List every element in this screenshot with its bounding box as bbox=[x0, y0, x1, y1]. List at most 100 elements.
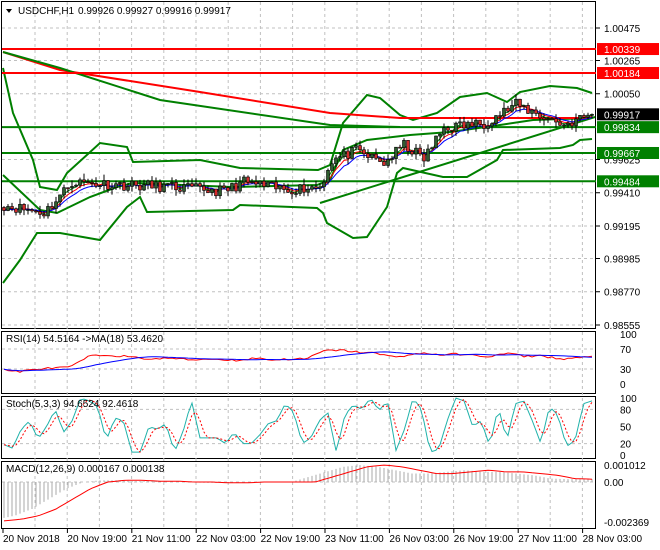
candle bbox=[6, 206, 10, 211]
indicators: 1007030010080502000.0010120.00-0.002369 bbox=[3, 330, 649, 529]
candle bbox=[550, 118, 554, 120]
candle bbox=[270, 181, 274, 184]
candle bbox=[538, 113, 542, 119]
candle bbox=[186, 183, 190, 186]
macd-tick-label: -0.002369 bbox=[604, 518, 649, 529]
time-tick-label: 28 Nov 03:00 bbox=[583, 534, 643, 545]
candle bbox=[102, 180, 106, 186]
price-tick-label: 0.98770 bbox=[604, 288, 641, 299]
rsi-tick-label: 70 bbox=[620, 345, 632, 356]
price-tick-label: 0.99410 bbox=[604, 189, 641, 200]
time-axis[interactable]: 20 Nov 2018 20 Nov 19:00 21 Nov 11:00 22 No… bbox=[2, 529, 643, 545]
candle bbox=[478, 119, 482, 125]
candle bbox=[110, 187, 114, 190]
candle bbox=[142, 184, 146, 191]
candle bbox=[350, 147, 354, 159]
price-tick-label: 0.98985 bbox=[604, 254, 641, 265]
trend-line-down bbox=[2, 51, 401, 128]
bollinger-lower bbox=[2, 138, 593, 284]
stoch-label: Stoch(5,3,3) 94.6524 92.4618 bbox=[6, 399, 139, 410]
candle bbox=[406, 140, 410, 152]
candle bbox=[502, 107, 506, 117]
level-price-label: 0.99667 bbox=[604, 149, 641, 160]
candle bbox=[554, 118, 558, 123]
candle bbox=[442, 127, 446, 135]
candle bbox=[466, 121, 470, 129]
candle bbox=[566, 122, 570, 126]
time-tick-label: 26 Nov 03:00 bbox=[389, 534, 449, 545]
candle bbox=[222, 185, 226, 188]
candle bbox=[558, 121, 562, 126]
candle bbox=[254, 181, 258, 185]
candle bbox=[82, 179, 86, 182]
candle bbox=[154, 181, 158, 189]
candle bbox=[426, 148, 430, 162]
candle bbox=[278, 185, 282, 190]
candle bbox=[2, 207, 6, 211]
candle bbox=[514, 98, 518, 106]
candle bbox=[178, 189, 182, 192]
candle bbox=[330, 163, 334, 171]
candle bbox=[474, 119, 478, 127]
time-tick-label: 26 Nov 19:00 bbox=[454, 534, 514, 545]
candle bbox=[590, 114, 594, 116]
candle bbox=[98, 185, 102, 187]
candle bbox=[450, 129, 454, 132]
candle bbox=[586, 114, 590, 118]
candle bbox=[302, 184, 306, 193]
candle bbox=[490, 123, 494, 127]
macd-tick-label: 0.001012 bbox=[604, 461, 646, 472]
candle bbox=[62, 187, 66, 196]
chart-window[interactable]: USDCHF,H1 0.99926 0.99927 0.99916 0.9991… bbox=[0, 0, 660, 550]
candle bbox=[250, 181, 254, 183]
candle bbox=[94, 183, 98, 187]
price-axis[interactable]: 1.004751.002651.000500.996250.994100.991… bbox=[596, 24, 659, 332]
candle bbox=[242, 176, 246, 183]
current-price-label: 0.99917 bbox=[604, 110, 641, 121]
candle bbox=[570, 122, 574, 127]
candle bbox=[378, 157, 382, 162]
stoch-tick-label: 50 bbox=[620, 423, 632, 434]
candle bbox=[166, 183, 170, 185]
candle bbox=[202, 185, 206, 191]
time-tick-label: 22 Nov 03:00 bbox=[196, 534, 256, 545]
candle bbox=[230, 183, 234, 192]
candle bbox=[70, 186, 74, 189]
candle bbox=[74, 184, 78, 187]
candle bbox=[138, 184, 142, 191]
candle bbox=[486, 125, 490, 129]
price-tick-label: 1.00050 bbox=[604, 90, 641, 101]
candle bbox=[526, 105, 530, 114]
candle bbox=[418, 147, 422, 155]
stoch-tick-label: 80 bbox=[620, 405, 632, 416]
main-chart-panel[interactable] bbox=[1, 1, 596, 329]
candle bbox=[226, 187, 230, 192]
candle bbox=[274, 181, 278, 190]
stoch-tick-label: 20 bbox=[620, 440, 632, 451]
candle bbox=[518, 98, 522, 107]
candle bbox=[542, 117, 546, 120]
dropdown-triangle-icon[interactable] bbox=[6, 9, 12, 13]
candle bbox=[258, 180, 262, 185]
candle bbox=[582, 115, 586, 118]
candle bbox=[182, 184, 186, 192]
candle bbox=[394, 146, 398, 159]
candlesticks bbox=[2, 94, 594, 219]
candle bbox=[246, 176, 250, 183]
bollinger-upper bbox=[2, 67, 593, 192]
candle bbox=[106, 180, 110, 190]
candle bbox=[410, 151, 414, 155]
candle bbox=[366, 153, 370, 158]
candle bbox=[438, 133, 442, 137]
candle bbox=[26, 209, 30, 211]
macd-label: MACD(12,26,9) 0.000167 0.000138 bbox=[6, 464, 165, 475]
candle bbox=[434, 135, 438, 149]
candle bbox=[214, 188, 218, 197]
price-tick-label: 0.99195 bbox=[604, 222, 641, 233]
candle bbox=[194, 183, 198, 187]
candle bbox=[470, 121, 474, 127]
candle bbox=[86, 181, 90, 183]
candle bbox=[262, 180, 266, 187]
candle bbox=[510, 105, 514, 112]
candle bbox=[358, 145, 362, 151]
